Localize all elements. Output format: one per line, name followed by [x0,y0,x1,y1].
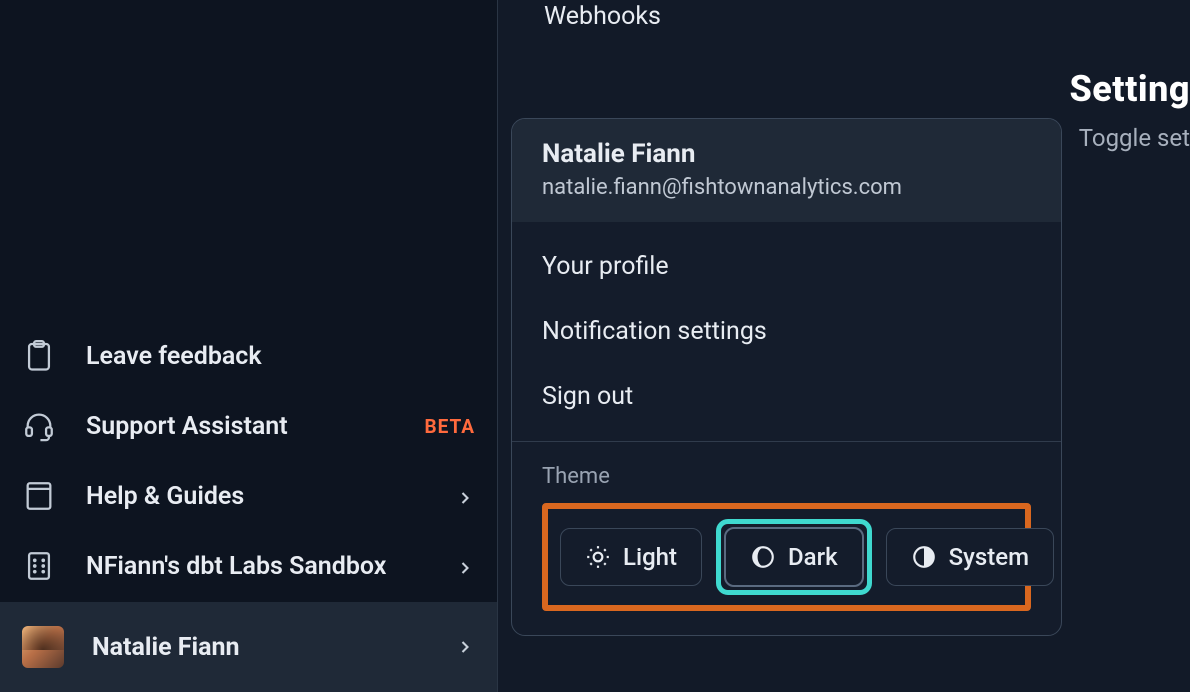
beta-badge: BETA [424,415,475,438]
sidebar: Leave feedback Support Assistant BETA He… [0,0,498,692]
user-name: Natalie Fiann [92,633,427,662]
theme-system-label: System [949,543,1029,571]
theme-section: Theme Light Dark [512,442,1061,635]
user-menu-trigger[interactable]: Natalie Fiann [0,601,497,692]
help-guides-label: Help & Guides [86,482,425,511]
annotation-highlight-orange: Light Dark Sys [542,503,1031,611]
workspace-item[interactable]: NFiann's dbt Labs Sandbox [0,531,497,601]
chevron-right-icon [455,556,475,576]
theme-label: Theme [542,464,1031,489]
theme-dark-button[interactable]: Dark [724,527,864,587]
sun-icon [585,544,611,570]
sidebar-spacer [0,0,497,321]
leave-feedback-item[interactable]: Leave feedback [0,321,497,391]
chevron-right-icon [455,637,475,657]
user-popup-header: Natalie Fiann natalie.fiann@fishtownanal… [512,119,1061,222]
annotation-highlight-teal: Dark [716,519,872,595]
support-assistant-label: Support Assistant [86,412,392,441]
avatar [22,626,64,668]
theme-light-button[interactable]: Light [560,528,702,586]
leave-feedback-label: Leave feedback [86,342,475,371]
support-assistant-item[interactable]: Support Assistant BETA [0,391,497,461]
user-popup: Natalie Fiann natalie.fiann@fishtownanal… [511,118,1062,636]
clipboard-icon [22,339,56,373]
sidebar-bottom: Leave feedback Support Assistant BETA He… [0,321,497,692]
notification-settings-item[interactable]: Notification settings [512,299,1061,364]
contrast-icon [911,544,937,570]
content-area: Webhooks Setting Toggle set Natalie Fian… [498,0,1190,692]
popup-user-name: Natalie Fiann [542,139,1031,169]
moon-icon [750,544,776,570]
headset-icon [22,409,56,443]
building-icon [22,549,56,583]
page-subtitle: Toggle set [1079,124,1190,152]
your-profile-item[interactable]: Your profile [512,234,1061,299]
popup-menu: Your profile Notification settings Sign … [512,222,1061,441]
chevron-right-icon [455,486,475,506]
theme-dark-label: Dark [788,543,838,571]
sign-out-item[interactable]: Sign out [512,364,1061,429]
theme-system-button[interactable]: System [886,528,1054,586]
book-icon [22,479,56,513]
workspace-label: NFiann's dbt Labs Sandbox [86,552,425,581]
theme-light-label: Light [623,543,677,571]
nav-webhooks[interactable]: Webhooks [544,2,661,31]
page-title: Setting [1069,68,1190,110]
popup-user-email: natalie.fiann@fishtownanalytics.com [542,175,1031,200]
help-guides-item[interactable]: Help & Guides [0,461,497,531]
